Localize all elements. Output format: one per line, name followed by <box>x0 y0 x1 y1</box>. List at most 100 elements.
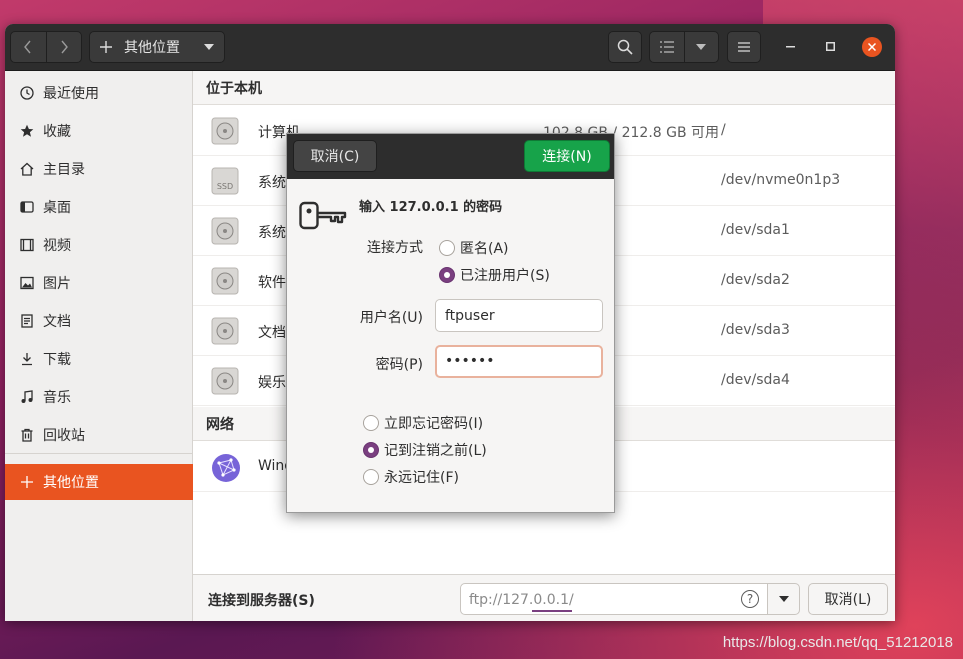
sidebar-item-starred[interactable]: 收藏 <box>5 113 193 149</box>
connect-method-label: 连接方式 <box>367 240 423 256</box>
sidebar-item-desktop[interactable]: 桌面 <box>5 189 193 225</box>
server-address-input[interactable] <box>469 589 729 611</box>
sidebar-item-label: 视频 <box>43 238 71 254</box>
close-button[interactable] <box>862 37 882 57</box>
forward-button[interactable] <box>45 32 81 62</box>
hard-drive-icon <box>211 317 239 345</box>
drive-name: 文档 <box>258 325 286 341</box>
radio-remember-forever[interactable]: 永远记住(F) <box>363 467 459 487</box>
sidebar-item-home[interactable]: 主目录 <box>5 151 193 187</box>
dialog-cancel-button[interactable]: 取消(C) <box>293 140 377 172</box>
radio-button[interactable] <box>363 415 379 431</box>
nav-buttons <box>10 31 82 63</box>
sidebar-item-label: 桌面 <box>43 200 71 216</box>
sidebar: 最近使用 收藏 主目录 桌面 视频 图片 文档 下载 音乐 回收站 其他位置 <box>5 71 193 621</box>
connect-bar: 连接到服务器(S) ? 取消(L) <box>193 574 895 621</box>
trash-icon <box>19 427 35 443</box>
drive-name: 系统 <box>258 175 286 191</box>
username-input[interactable] <box>435 299 603 332</box>
local-section-header: 位于本机 <box>193 71 895 105</box>
radio-button[interactable] <box>439 267 455 283</box>
sidebar-item-label: 最近使用 <box>43 86 99 102</box>
hard-drive-icon <box>211 267 239 295</box>
watermark: https://blog.csdn.net/qq_51212018 <box>722 634 953 651</box>
password-dialog: 取消(C) 连接(N) 输入 127.0.0.1 的密码 连接方式 匿名(A) … <box>286 133 615 513</box>
drive-path: /dev/sda4 <box>721 372 790 388</box>
radio-button[interactable] <box>363 469 379 485</box>
search-icon <box>617 39 633 55</box>
radio-label: 永远记住(F) <box>384 470 459 486</box>
sidebar-item-label: 音乐 <box>43 390 71 406</box>
password-input[interactable]: •••••• <box>435 345 603 378</box>
chevron-left-icon <box>24 40 32 54</box>
sidebar-item-documents[interactable]: 文档 <box>5 303 193 339</box>
radio-anonymous[interactable]: 匿名(A) <box>439 238 509 258</box>
maximize-button[interactable] <box>821 37 841 57</box>
path-bar-button[interactable]: 其他位置 <box>89 31 225 63</box>
drive-path: / <box>721 122 726 138</box>
caret-down-icon <box>204 44 214 50</box>
sidebar-item-music[interactable]: 音乐 <box>5 379 193 415</box>
desktop-icon <box>19 199 35 215</box>
cancel-connect-button[interactable]: 取消(L) <box>808 583 888 615</box>
path-label: 其他位置 <box>124 40 180 56</box>
back-button[interactable] <box>11 32 46 62</box>
ssd-icon: SSD <box>211 167 239 195</box>
key-icon <box>299 201 347 230</box>
drive-name: 软件 <box>258 275 286 291</box>
sidebar-item-videos[interactable]: 视频 <box>5 227 193 263</box>
network-icon <box>212 454 240 482</box>
drive-name: 娱乐 <box>258 375 286 391</box>
sidebar-item-label: 收藏 <box>43 124 71 140</box>
picture-icon <box>19 275 35 291</box>
sidebar-item-label: 其他位置 <box>43 475 99 491</box>
chevron-right-icon <box>61 40 68 54</box>
hard-drive-icon <box>211 117 239 145</box>
spellcheck-underline <box>532 610 572 612</box>
view-options-button[interactable] <box>683 32 718 62</box>
sidebar-item-other-locations[interactable]: 其他位置 <box>5 464 193 500</box>
ssd-label: SSD <box>217 182 233 191</box>
hamburger-icon <box>738 42 750 52</box>
radio-label: 立即忘记密码(I) <box>384 416 484 432</box>
drive-path: /dev/sda1 <box>721 222 790 238</box>
sidebar-item-label: 主目录 <box>43 162 85 178</box>
sidebar-item-downloads[interactable]: 下载 <box>5 341 193 377</box>
recent-servers-dropdown[interactable] <box>767 583 800 615</box>
radio-label: 已注册用户(S) <box>460 268 550 284</box>
radio-label: 匿名(A) <box>460 241 509 257</box>
sidebar-item-label: 文档 <box>43 314 71 330</box>
video-icon <box>19 237 35 253</box>
dialog-connect-button[interactable]: 连接(N) <box>524 140 610 172</box>
plus-icon <box>100 41 112 53</box>
sidebar-item-label: 回收站 <box>43 428 85 444</box>
help-icon[interactable]: ? <box>741 590 759 608</box>
radio-forget-immediately[interactable]: 立即忘记密码(I) <box>363 413 483 433</box>
list-view-button[interactable] <box>650 32 684 62</box>
headerbar: 其他位置 <box>5 24 895 71</box>
sidebar-item-trash[interactable]: 回收站 <box>5 417 193 453</box>
connect-to-server-label: 连接到服务器(S) <box>208 593 315 609</box>
close-icon <box>868 43 876 51</box>
dialog-prompt: 输入 127.0.0.1 的密码 <box>359 200 503 215</box>
star-icon <box>19 123 35 139</box>
minimize-button[interactable] <box>781 37 801 57</box>
server-address-field[interactable]: ? <box>460 583 768 615</box>
radio-registered-user[interactable]: 已注册用户(S) <box>439 265 550 285</box>
password-label: 密码(P) <box>375 357 423 373</box>
list-view-icon <box>659 41 674 53</box>
document-icon <box>19 313 35 329</box>
sidebar-separator <box>5 453 193 454</box>
radio-button[interactable] <box>439 240 455 256</box>
sidebar-item-pictures[interactable]: 图片 <box>5 265 193 301</box>
home-icon <box>19 161 35 177</box>
caret-down-icon <box>696 44 707 50</box>
sidebar-item-recent[interactable]: 最近使用 <box>5 75 193 111</box>
plus-icon <box>19 474 35 490</box>
radio-remember-until-logout[interactable]: 记到注销之前(L) <box>363 440 487 460</box>
radio-button[interactable] <box>363 442 379 458</box>
drive-name: 系统 <box>258 225 286 241</box>
menu-button[interactable] <box>727 31 761 63</box>
search-button[interactable] <box>608 31 642 63</box>
drive-path: /dev/sda2 <box>721 272 790 288</box>
